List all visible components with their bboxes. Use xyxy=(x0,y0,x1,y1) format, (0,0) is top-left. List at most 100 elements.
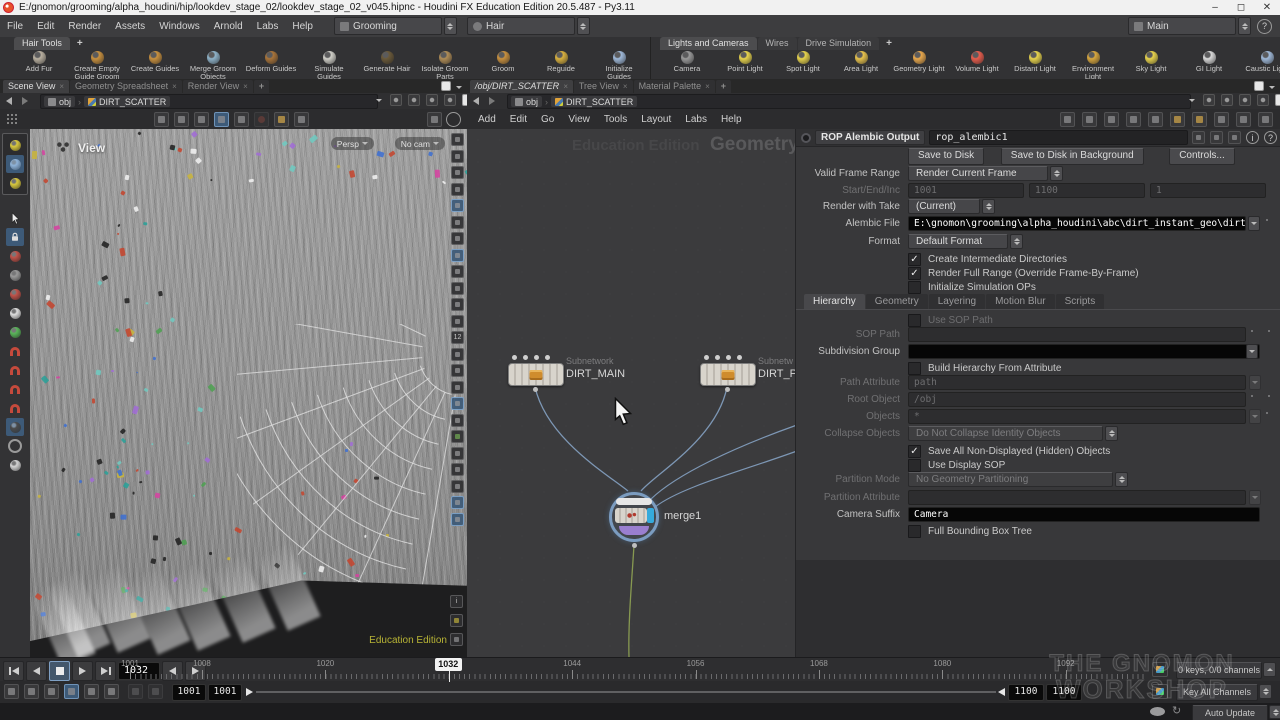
node-dirt_main[interactable] xyxy=(508,363,564,386)
network-menu-layout[interactable]: Layout xyxy=(634,114,678,125)
brush-screen-tool[interactable] xyxy=(6,155,24,173)
select-mode-icon[interactable] xyxy=(154,112,169,127)
checkbox-initialize-simulation-ops[interactable]: Initialize Simulation OPs xyxy=(908,281,1036,294)
field-sop-path[interactable] xyxy=(908,327,1246,342)
menu-windows[interactable]: Windows xyxy=(152,21,207,32)
list-icon[interactable] xyxy=(1104,112,1119,127)
path-root-chip[interactable]: obj xyxy=(44,96,75,107)
play-backward-button[interactable] xyxy=(26,661,47,681)
close-tab-icon[interactable]: × xyxy=(59,80,64,93)
menu-help[interactable]: Help xyxy=(285,21,320,32)
network-menu-view[interactable]: View xyxy=(561,114,597,125)
fan-icon[interactable] xyxy=(451,463,464,476)
close-tab-icon[interactable]: × xyxy=(243,80,248,93)
link-panes-icon[interactable] xyxy=(444,94,456,106)
multi-view-icon[interactable] xyxy=(451,480,464,493)
shelf-tool-create-empty-guide-groom[interactable]: Create Empty Guide Groom xyxy=(68,50,126,79)
forward-icon[interactable] xyxy=(489,97,495,105)
view-light-icon[interactable] xyxy=(451,199,464,212)
help-icon[interactable]: ? xyxy=(1257,19,1272,34)
shelf-tool-create-guides[interactable]: Create Guides xyxy=(126,50,184,73)
shelf-tab-lights-and-cameras[interactable]: Lights and Cameras xyxy=(660,37,757,50)
key-channels-icon[interactable] xyxy=(1152,684,1168,699)
field-objects[interactable]: * xyxy=(908,409,1246,424)
checkbox-full-bounding-box-tree[interactable]: Full Bounding Box Tree xyxy=(908,525,1032,538)
spinner-partition-mode[interactable] xyxy=(1115,472,1128,487)
snapshot-icon[interactable] xyxy=(426,94,438,106)
button-save-to-disk-in-background[interactable]: Save to Disk in Background xyxy=(1001,148,1144,165)
minimize-button[interactable]: – xyxy=(1202,2,1228,13)
pane-drag-handle-icon[interactable] xyxy=(6,113,18,125)
grid-detail-icon[interactable] xyxy=(1148,112,1163,127)
field-root-object[interactable]: /obj xyxy=(908,392,1246,407)
keyframe-colors-icon[interactable] xyxy=(1152,662,1168,677)
spinner-collapse-objects[interactable] xyxy=(1105,426,1118,441)
shelf-add-tab-button[interactable]: + xyxy=(71,37,89,50)
snap-pin-icon[interactable] xyxy=(451,513,464,526)
tab-geometry-spreadsheet[interactable]: Geometry Spreadsheet× xyxy=(70,80,182,93)
spinner-format[interactable] xyxy=(1010,234,1023,249)
field-start-end-inc-1[interactable]: 1100 xyxy=(1029,183,1145,198)
slider-icon[interactable] xyxy=(104,684,119,699)
input-dot[interactable] xyxy=(523,355,528,360)
checkbox-box[interactable]: ✓ xyxy=(908,253,921,266)
snapshot-icon[interactable] xyxy=(1239,94,1251,106)
checkbox-build-hierarchy-from-attribute[interactable]: Build Hierarchy From Attribute xyxy=(908,362,1061,375)
network-menu-help[interactable]: Help xyxy=(714,114,749,125)
secure-selection-tool[interactable] xyxy=(6,228,24,246)
keys-info-button[interactable]: 0 keys, 0/0 channels xyxy=(1176,662,1262,679)
global-start-field[interactable]: 1001 xyxy=(172,684,206,701)
checkbox-box[interactable] xyxy=(908,314,921,327)
path-node-chip[interactable]: DIRT_SCATTER xyxy=(551,96,637,107)
input-dot[interactable] xyxy=(737,355,742,360)
shelf-tool-generate-hair[interactable]: Generate Hair xyxy=(358,50,416,73)
back-icon[interactable] xyxy=(473,97,479,105)
shelf-tool-groom[interactable]: Groom xyxy=(474,50,532,73)
shelf-tool-volume-light[interactable]: Volume Light xyxy=(948,50,1006,73)
shelf-tool-area-light[interactable]: Area Light xyxy=(832,50,890,73)
paint-tool[interactable] xyxy=(6,247,24,265)
point-normal-icon[interactable] xyxy=(451,315,464,328)
message-bubble-icon[interactable] xyxy=(1150,707,1165,716)
magnet-tool[interactable] xyxy=(6,399,24,417)
input-dot[interactable] xyxy=(715,355,720,360)
plant-guides-tool[interactable] xyxy=(6,285,24,303)
merge-display-flag[interactable] xyxy=(647,508,654,523)
maximize-button[interactable]: ◻ xyxy=(1228,2,1254,13)
select-tool[interactable] xyxy=(6,209,24,227)
shade-mode-icon[interactable] xyxy=(451,249,464,262)
checkbox-save-all-non-displayed-hidden-objects[interactable]: ✓Save All Non-Displayed (Hidden) Objects xyxy=(908,445,1110,458)
shelf-add-tab-button[interactable]: + xyxy=(880,37,898,50)
auto-update-button[interactable]: Auto Update xyxy=(1192,705,1268,720)
shelf-tool-point-light[interactable]: Point Light xyxy=(716,50,774,73)
network-menu-go[interactable]: Go xyxy=(534,114,561,125)
badge-blue-icon[interactable] xyxy=(1214,112,1229,127)
menu-labs[interactable]: Labs xyxy=(250,21,286,32)
pane-menu-icon[interactable] xyxy=(456,86,462,89)
forward-icon[interactable] xyxy=(22,97,28,105)
tab-tree-view[interactable]: Tree View× xyxy=(574,80,633,93)
shelf-set-spinner[interactable] xyxy=(444,17,457,35)
checkbox-use-sop-path[interactable]: Use SOP Path xyxy=(908,314,993,327)
user-icon[interactable] xyxy=(1258,112,1273,127)
shelf-tool-initialize-guides[interactable]: Initialize Guides xyxy=(590,50,646,79)
input-dot[interactable] xyxy=(704,355,709,360)
groom-brush-tool[interactable] xyxy=(6,418,24,436)
path-field[interactable]: obj›DIRT_SCATTER xyxy=(40,94,378,109)
mirror-tool[interactable] xyxy=(6,437,24,455)
grid-icon[interactable] xyxy=(450,614,463,627)
pin-icon[interactable] xyxy=(1203,94,1215,106)
help-icon[interactable]: ? xyxy=(1264,131,1277,144)
perspective-selector[interactable]: Persp xyxy=(331,137,374,150)
material-icon[interactable] xyxy=(451,265,464,278)
dropdown-partition-attribute[interactable] xyxy=(1249,490,1261,505)
play-forward-button[interactable] xyxy=(72,661,93,681)
select-groups-icon[interactable] xyxy=(214,112,229,127)
path-dropdown-icon[interactable] xyxy=(1189,99,1195,102)
node-badge-icon[interactable] xyxy=(801,133,811,143)
current-pane-icon[interactable] xyxy=(1275,94,1280,106)
node-output-dot[interactable] xyxy=(725,387,730,392)
button-controls-[interactable]: Controls... xyxy=(1169,148,1235,165)
search-icon[interactable] xyxy=(1236,112,1251,127)
search-icon[interactable] xyxy=(1228,131,1241,144)
